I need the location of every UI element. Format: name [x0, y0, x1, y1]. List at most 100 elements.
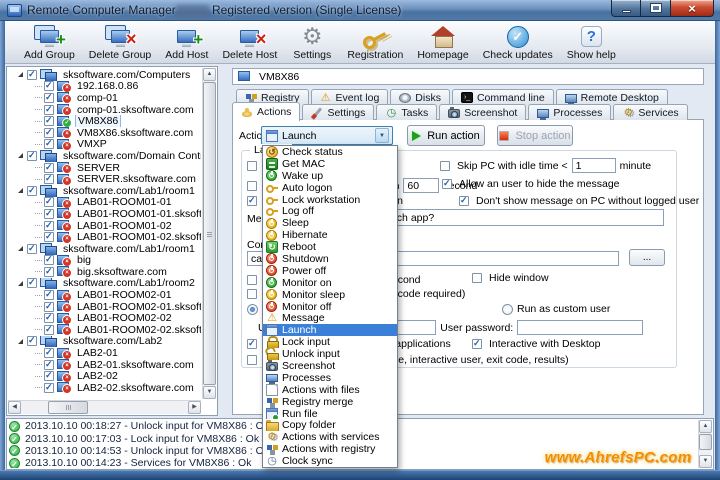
- dropdown-item[interactable]: Sleep: [263, 217, 397, 229]
- hide-window-checkbox[interactable]: [472, 273, 482, 283]
- tree-row[interactable]: sksoftware.com/Lab1/room1: [8, 185, 201, 197]
- use-psexec-checkbox[interactable]: [247, 355, 257, 365]
- tree-row[interactable]: LAB01-ROOM02-02.sksoftware.com: [8, 324, 201, 336]
- tree-row[interactable]: LAB01-ROOM01-02.sksoftware.com: [8, 231, 201, 243]
- tree-checkbox[interactable]: [44, 163, 54, 173]
- homepage-button[interactable]: Homepage: [410, 23, 475, 62]
- run-as-custom-radio[interactable]: [502, 304, 513, 315]
- scroll-left-arrow[interactable]: ◀: [8, 401, 21, 414]
- skip-logged-checkbox[interactable]: [247, 161, 257, 171]
- dropdown-item[interactable]: Power off: [263, 265, 397, 277]
- delete-group-button[interactable]: Delete Group: [82, 23, 158, 62]
- browse-button[interactable]: ...: [629, 249, 665, 266]
- expand-arrow-icon[interactable]: [18, 281, 23, 286]
- tree-checkbox[interactable]: [44, 128, 54, 138]
- expand-arrow-icon[interactable]: [18, 188, 23, 193]
- tree-checkbox[interactable]: [27, 244, 37, 254]
- dropdown-item[interactable]: Monitor on: [263, 277, 397, 289]
- tree-checkbox[interactable]: [44, 325, 54, 335]
- tree-checkbox[interactable]: [27, 70, 37, 80]
- scroll-right-arrow[interactable]: ▶: [188, 401, 201, 414]
- dropdown-item[interactable]: Lock input: [263, 336, 397, 348]
- expand-arrow-icon[interactable]: [18, 339, 23, 344]
- dropdown-item[interactable]: Auto logon: [263, 182, 397, 194]
- tree-checkbox[interactable]: [44, 139, 54, 149]
- tree-row[interactable]: sksoftware.com/Domain Controllers: [8, 150, 201, 162]
- dropdown-item[interactable]: Launch: [263, 324, 397, 336]
- user-password-input[interactable]: [517, 320, 643, 335]
- tab-processes[interactable]: Processes: [528, 104, 611, 120]
- chevron-down-icon[interactable]: ▼: [375, 128, 389, 143]
- dropdown-item[interactable]: Actions with services: [263, 431, 397, 443]
- tree-row[interactable]: LAB01-ROOM02-01.sksoftware.com: [8, 301, 201, 313]
- tree-row[interactable]: LAB2-01: [8, 347, 201, 359]
- tree-checkbox[interactable]: [27, 186, 37, 196]
- tree-row[interactable]: SERVER: [8, 162, 201, 174]
- dropdown-item[interactable]: Shutdown: [263, 253, 397, 265]
- tree-row[interactable]: LAB2-01.sksoftware.com: [8, 359, 201, 371]
- skip-idle-checkbox[interactable]: [440, 161, 450, 171]
- scroll-up-arrow[interactable]: ▲: [203, 68, 216, 81]
- tree-row[interactable]: big: [8, 255, 201, 267]
- dropdown-item[interactable]: Copy folder: [263, 419, 397, 431]
- dropdown-item[interactable]: Clock sync: [263, 455, 397, 467]
- tree-checkbox[interactable]: [44, 209, 54, 219]
- tree-row[interactable]: VM8X86.sksoftware.com: [8, 127, 201, 139]
- show-help-button[interactable]: Show help: [560, 23, 623, 62]
- dropdown-item[interactable]: Wake up: [263, 170, 397, 182]
- scroll-up-arrow[interactable]: ▲: [699, 420, 712, 433]
- tree-row[interactable]: LAB01-ROOM02-02: [8, 312, 201, 324]
- dropdown-item[interactable]: Message: [263, 312, 397, 324]
- run-action-button[interactable]: Run action: [407, 125, 485, 146]
- tree-checkbox[interactable]: [44, 116, 54, 126]
- add-host-button[interactable]: Add Host: [158, 23, 215, 62]
- wait-checkbox[interactable]: [247, 275, 257, 285]
- tree-row[interactable]: comp-01.sksoftware.com: [8, 104, 201, 116]
- interactive-checkbox[interactable]: [472, 339, 482, 349]
- tree-checkbox[interactable]: [44, 371, 54, 381]
- scroll-thumb[interactable]: [699, 434, 712, 450]
- dropdown-item[interactable]: Log off: [263, 205, 397, 217]
- show-message-checkbox[interactable]: [247, 181, 257, 191]
- dropdown-item[interactable]: Registry merge: [263, 396, 397, 408]
- settings-button[interactable]: Settings: [284, 23, 340, 62]
- tab-tasks[interactable]: Tasks: [376, 104, 437, 120]
- dropdown-item[interactable]: Screenshot: [263, 360, 397, 372]
- tab-settings[interactable]: Settings: [302, 104, 374, 120]
- tree-horizontal-scrollbar[interactable]: ◀ ▶: [8, 400, 201, 414]
- scroll-thumb[interactable]: [48, 401, 88, 414]
- dropdown-item[interactable]: Actions with registry: [263, 443, 397, 455]
- expand-arrow-icon[interactable]: [18, 246, 23, 251]
- tree-row[interactable]: sksoftware.com/Computers: [8, 69, 201, 81]
- add-group-button[interactable]: Add Group: [17, 23, 82, 62]
- tree-row[interactable]: big.sksoftware.com: [8, 266, 201, 278]
- delete-host-button[interactable]: Delete Host: [215, 23, 284, 62]
- tree-checkbox[interactable]: [44, 313, 54, 323]
- tree-row[interactable]: VMXP: [8, 139, 201, 151]
- use-wmi-checkbox[interactable]: [247, 339, 257, 349]
- skip-idle-input[interactable]: [572, 158, 616, 173]
- tree-checkbox[interactable]: [44, 302, 54, 312]
- show-message-seconds-input[interactable]: [403, 178, 439, 193]
- tree-row[interactable]: LAB2-02.sksoftware.com: [8, 382, 201, 394]
- tree-checkbox[interactable]: [44, 93, 54, 103]
- tree-checkbox[interactable]: [44, 81, 54, 91]
- tree-row[interactable]: SERVER.sksoftware.com: [8, 173, 201, 185]
- dropdown-item[interactable]: Lock workstation: [263, 194, 397, 206]
- scroll-thumb[interactable]: [203, 82, 216, 385]
- dropdown-item[interactable]: Monitor off: [263, 301, 397, 313]
- dropdown-item[interactable]: Run file: [263, 408, 397, 420]
- dropdown-item[interactable]: Hibernate: [263, 229, 397, 241]
- tree-row[interactable]: sksoftware.com/Lab1/room1: [8, 243, 201, 255]
- allow-cancel-checkbox[interactable]: [247, 196, 257, 206]
- tab-services[interactable]: Services: [613, 104, 687, 120]
- tree-checkbox[interactable]: [44, 348, 54, 358]
- expand-arrow-icon[interactable]: [18, 153, 23, 158]
- dropdown-item[interactable]: Unlock input: [263, 348, 397, 360]
- expand-arrow-icon[interactable]: [18, 72, 23, 77]
- tree-checkbox[interactable]: [44, 197, 54, 207]
- tree-row[interactable]: 192.168.0.86: [8, 81, 201, 93]
- scroll-down-arrow[interactable]: ▼: [203, 386, 216, 399]
- dropdown-item[interactable]: Actions with files: [263, 384, 397, 396]
- tree-checkbox[interactable]: [44, 383, 54, 393]
